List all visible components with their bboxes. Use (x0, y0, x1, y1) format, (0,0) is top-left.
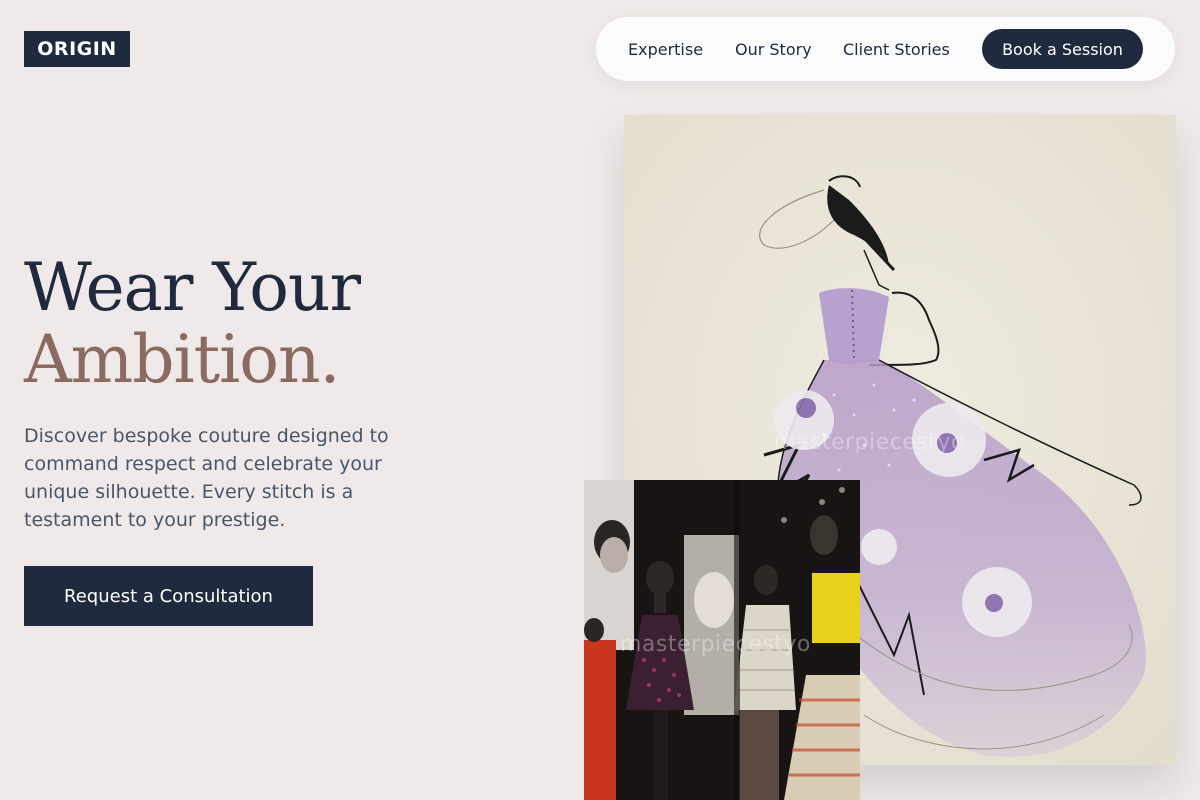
exhibition-photo: masterpiecestyo (584, 480, 860, 800)
nav-link-our-story[interactable]: Our Story (735, 17, 812, 81)
nav-link-expertise[interactable]: Expertise (628, 17, 703, 81)
photo-watermark: masterpiecestyo (620, 632, 811, 657)
hero-description: Discover bespoke couture designed to com… (24, 425, 389, 531)
request-consultation-button[interactable]: Request a Consultation (24, 566, 313, 626)
hero-title: Wear Your Ambition. (24, 249, 361, 398)
main-nav: Expertise Our Story Client Stories Book … (596, 17, 1175, 81)
hero-title-line1: Wear Your (24, 249, 361, 326)
sketch-watermark: masterpiecestyo (774, 430, 965, 455)
nav-link-client-stories[interactable]: Client Stories (843, 17, 950, 81)
brand-logo[interactable]: ORIGIN (24, 31, 130, 67)
logo-text: ORIGIN (37, 38, 117, 60)
hero-title-line2: Ambition. (24, 321, 340, 398)
book-session-button[interactable]: Book a Session (982, 29, 1143, 69)
